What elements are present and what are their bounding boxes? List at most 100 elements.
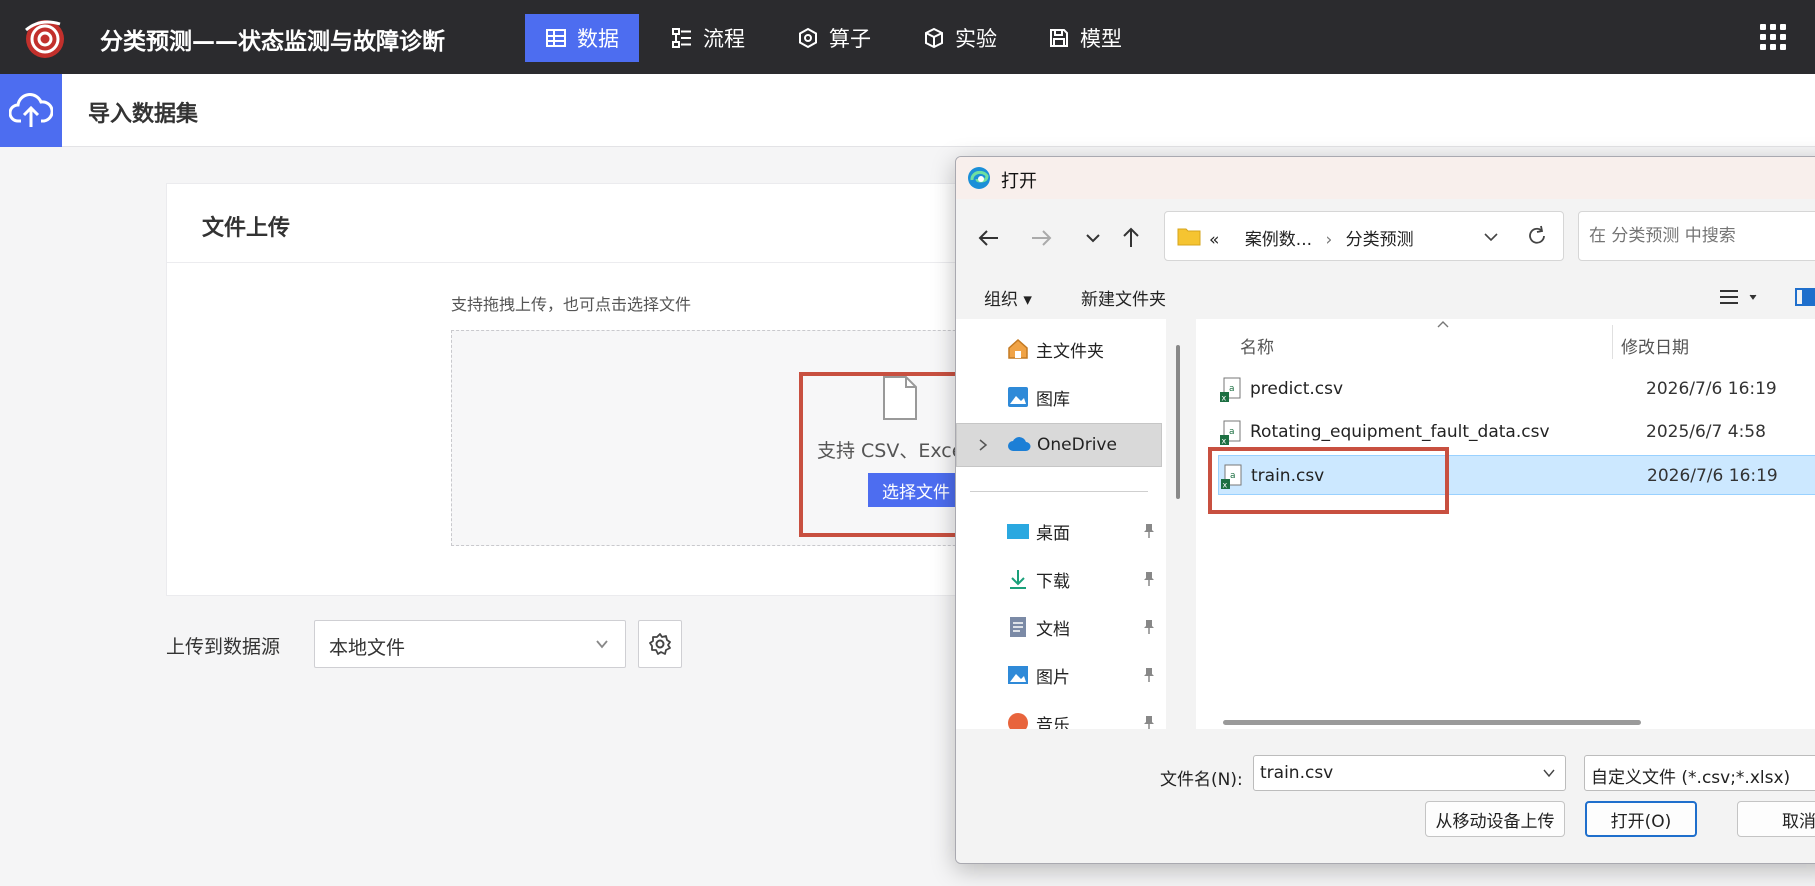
file-list: 名称 修改日期 ax predict.csv 2026/7/6 16:19 ax… xyxy=(1196,319,1815,729)
nav-item-label: 主文件夹 xyxy=(1036,341,1104,362)
datasource-settings-button[interactable] xyxy=(638,620,682,668)
drop-hint: 支持拖拽上传，也可点击选择文件 xyxy=(451,295,692,314)
column-header-name[interactable]: 名称 xyxy=(1240,333,1274,358)
nav-item-label: 图片 xyxy=(1036,667,1070,688)
gear-icon xyxy=(649,633,671,655)
download-icon xyxy=(1010,570,1026,589)
nav-tab-label: 流程 xyxy=(703,27,745,51)
file-modified: 2026/7/6 16:19 xyxy=(1646,379,1777,399)
file-row[interactable]: ax predict.csv 2026/7/6 16:19 xyxy=(1218,369,1815,409)
address-bar[interactable]: « 案例数... › 分类预测 xyxy=(1164,211,1564,261)
search-box[interactable] xyxy=(1578,211,1815,261)
nav-item-pictures[interactable]: 图片 xyxy=(956,653,1162,697)
dialog-title: 打开 xyxy=(1001,171,1037,192)
page-title: 导入数据集 xyxy=(88,102,199,127)
search-input[interactable] xyxy=(1589,224,1815,248)
csv-file-icon: ax xyxy=(1220,377,1241,403)
nav-item-music[interactable]: 音乐 xyxy=(956,701,1162,729)
breadcrumb-overflow[interactable]: « xyxy=(1209,230,1219,250)
dialog-footer: 文件名(N): train.csv 自定义文件 (*.csv;*.xlsx) 从… xyxy=(956,737,1815,863)
preview-pane-icon[interactable] xyxy=(1794,287,1815,307)
column-header-modified[interactable]: 修改日期 xyxy=(1621,333,1689,358)
chevron-right-icon[interactable] xyxy=(977,438,989,452)
forward-arrow-icon[interactable] xyxy=(1028,225,1054,251)
file-name: Rotating_equipment_fault_data.csv xyxy=(1250,422,1550,442)
cloud-icon xyxy=(1008,437,1031,451)
hexagon-icon xyxy=(799,27,817,49)
breadcrumb-current[interactable]: 分类预测 xyxy=(1346,230,1414,250)
breadcrumb-parent[interactable]: 案例数... xyxy=(1245,230,1312,250)
pin-icon[interactable] xyxy=(1142,571,1156,587)
filetype-select[interactable]: 自定义文件 (*.csv;*.xlsx) xyxy=(1584,755,1815,791)
nav-tab-experiment[interactable]: 实验 xyxy=(903,14,1017,62)
svg-text:a: a xyxy=(1229,384,1235,394)
nav-tab-model[interactable]: 模型 xyxy=(1028,14,1142,62)
nav-item-documents[interactable]: 文档 xyxy=(956,605,1162,649)
nav-item-downloads[interactable]: 下载 xyxy=(956,557,1162,601)
filename-input[interactable]: train.csv xyxy=(1253,755,1566,791)
up-arrow-icon[interactable] xyxy=(1118,225,1144,251)
nav-pane-scrollbar[interactable] xyxy=(1176,345,1180,499)
nav-item-gallery[interactable]: 图库 xyxy=(956,375,1162,419)
datasource-value: 本地文件 xyxy=(329,637,406,659)
dialog-toolbar: 组织 ▾ 新建文件夹 xyxy=(956,275,1815,317)
svg-text:x: x xyxy=(1222,394,1227,403)
cube-icon xyxy=(925,27,943,49)
cancel-button[interactable]: 取消 xyxy=(1737,801,1815,837)
nav-item-onedrive[interactable]: OneDrive xyxy=(956,423,1162,467)
app-logo-icon[interactable] xyxy=(20,16,70,60)
new-folder-button[interactable]: 新建文件夹 xyxy=(1081,285,1166,310)
refresh-icon[interactable] xyxy=(1525,224,1549,248)
desktop-icon xyxy=(1007,524,1029,539)
pin-icon[interactable] xyxy=(1142,619,1156,635)
edge-browser-icon xyxy=(968,167,990,189)
recent-locations-icon[interactable] xyxy=(1080,225,1106,251)
organize-button[interactable]: 组织 ▾ xyxy=(984,285,1032,310)
column-divider[interactable] xyxy=(1612,325,1613,359)
file-modified: 2025/6/7 4:58 xyxy=(1646,422,1766,442)
nav-item-label: 下载 xyxy=(1036,571,1070,592)
picture-icon xyxy=(1008,666,1028,684)
file-modified: 2026/7/6 16:19 xyxy=(1647,466,1778,486)
save-icon xyxy=(1050,29,1068,47)
nav-tab-label: 实验 xyxy=(955,27,997,51)
chevron-down-icon[interactable] xyxy=(1543,768,1555,778)
file-row[interactable]: ax Rotating_equipment_fault_data.csv 202… xyxy=(1218,412,1815,452)
open-button[interactable]: 打开(O) xyxy=(1585,801,1697,837)
nav-tab-operator[interactable]: 算子 xyxy=(777,14,891,62)
datasource-select[interactable]: 本地文件 xyxy=(314,620,626,668)
chevron-down-icon xyxy=(596,640,608,649)
gallery-icon xyxy=(1008,387,1028,407)
pin-icon[interactable] xyxy=(1142,715,1156,729)
file-name: predict.csv xyxy=(1250,379,1344,399)
file-list-scrollbar[interactable] xyxy=(1223,720,1641,725)
back-arrow-icon[interactable] xyxy=(976,225,1002,251)
pin-icon[interactable] xyxy=(1142,523,1156,539)
card-title: 文件上传 xyxy=(202,216,291,241)
nav-item-home[interactable]: 主文件夹 xyxy=(956,327,1162,371)
filename-value: train.csv xyxy=(1260,763,1334,783)
csv-file-icon: ax xyxy=(1220,420,1241,446)
flow-icon xyxy=(672,28,691,48)
navigation-pane: 主文件夹 图库 OneDrive 桌面 下载 文档 图片 音乐 xyxy=(956,319,1166,729)
cloud-upload-icon xyxy=(0,74,62,147)
svg-text:x: x xyxy=(1222,437,1227,446)
nav-tab-data[interactable]: 数据 xyxy=(525,14,639,62)
divider xyxy=(970,491,1148,492)
pin-icon[interactable] xyxy=(1142,667,1156,683)
nav-tab-flow[interactable]: 流程 xyxy=(651,14,765,62)
nav-tab-label: 算子 xyxy=(829,27,871,51)
nav-tab-label: 模型 xyxy=(1080,27,1122,51)
upload-from-mobile-button[interactable]: 从移动设备上传 xyxy=(1425,801,1565,837)
highlight-box xyxy=(799,372,961,537)
nav-item-desktop[interactable]: 桌面 xyxy=(956,509,1162,553)
home-icon xyxy=(1008,338,1028,359)
filename-label: 文件名(N): xyxy=(1160,770,1243,790)
chevron-down-icon[interactable] xyxy=(1483,230,1499,244)
app-grid-icon[interactable] xyxy=(1760,24,1786,50)
breadcrumb[interactable]: « 案例数... › 分类预测 xyxy=(1209,225,1414,250)
datasource-label: 上传到数据源 xyxy=(166,636,281,658)
view-options-icon[interactable] xyxy=(1718,287,1762,307)
app-title: 分类预测——状态监测与故障诊断 xyxy=(100,29,445,55)
nav-item-label: 文档 xyxy=(1036,619,1070,640)
